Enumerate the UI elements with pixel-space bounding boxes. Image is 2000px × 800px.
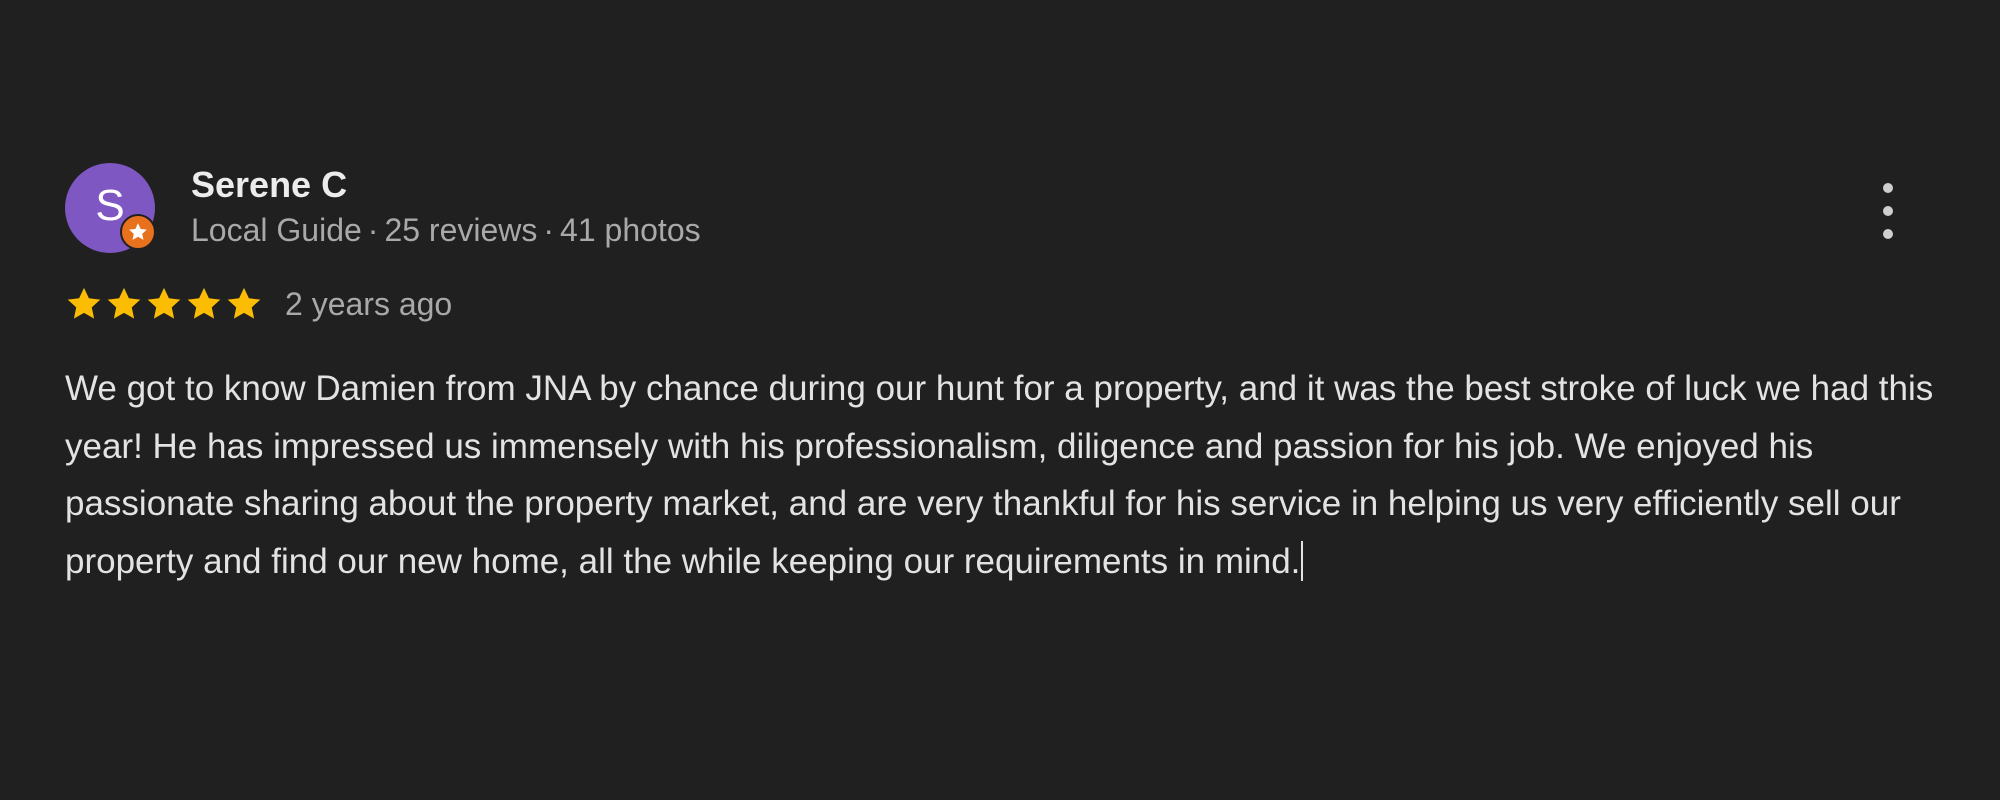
star-icon <box>67 287 101 319</box>
avatar-letter: S <box>95 181 125 230</box>
author-meta[interactable]: Local Guide · 25 reviews · 41 photos <box>191 210 701 250</box>
star-icon <box>147 287 181 319</box>
review-time: 2 years ago <box>285 286 453 322</box>
avatar[interactable]: S <box>65 163 156 253</box>
author-level: Local Guide <box>191 212 362 248</box>
more-vert-icon[interactable] <box>1876 183 1900 239</box>
review-text-content: We got to know Damien from JNA by chance… <box>65 369 1934 581</box>
meta-separator: · <box>543 212 555 248</box>
local-guide-star-icon <box>120 214 156 250</box>
review-card: S Serene C Local Guide · 25 reviews · 41 pho… <box>65 163 1945 581</box>
review-header: S Serene C Local Guide · 25 reviews · 41 pho… <box>65 163 1945 253</box>
star-rating <box>65 285 263 323</box>
author-name[interactable]: Serene C <box>191 163 347 207</box>
rating-row: 2 years ago <box>65 284 452 324</box>
author-review-count: 25 reviews <box>384 212 538 248</box>
more-dot <box>1883 229 1893 239</box>
meta-separator: · <box>367 212 379 248</box>
star-icon <box>187 287 221 319</box>
more-dot <box>1883 183 1893 193</box>
star-icon <box>107 287 141 319</box>
author-photo-count: 41 photos <box>560 212 701 248</box>
review-text: We got to know Damien from JNA by chance… <box>65 360 1945 590</box>
star-icon <box>227 287 261 319</box>
more-dot <box>1883 206 1893 216</box>
text-cursor <box>1301 540 1304 581</box>
